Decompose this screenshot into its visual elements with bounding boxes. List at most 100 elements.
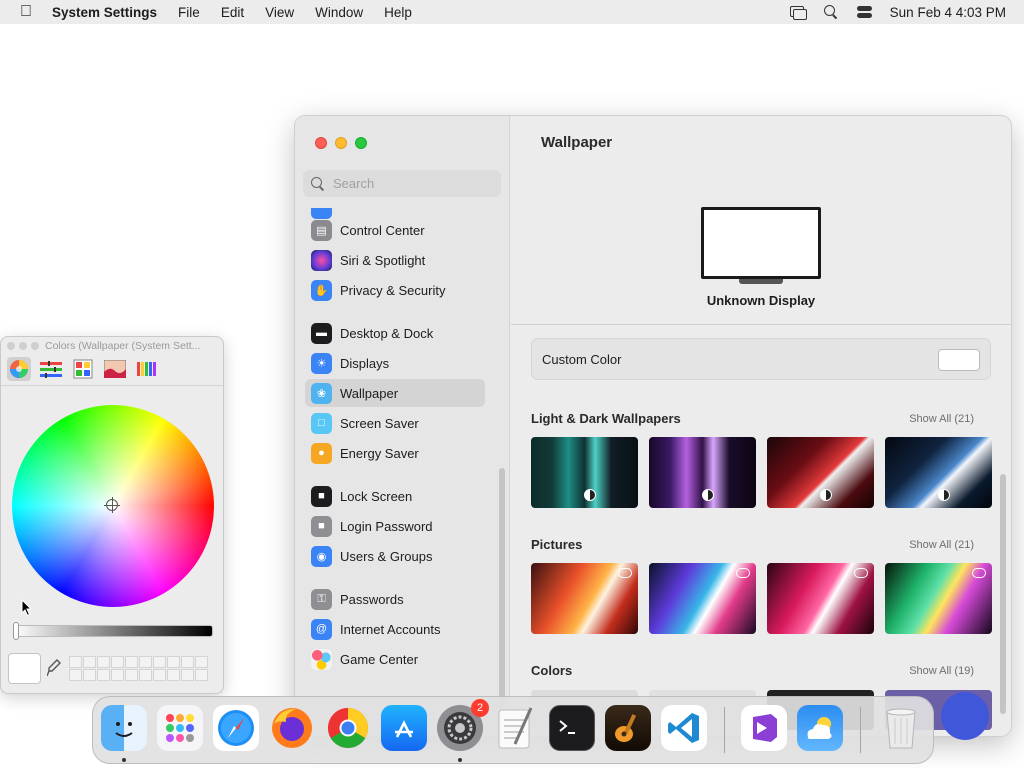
menu-edit[interactable]: Edit bbox=[221, 5, 244, 20]
menu-clock[interactable]: Sun Feb 4 4:03 PM bbox=[890, 5, 1006, 20]
sidebar-search[interactable] bbox=[303, 170, 501, 197]
image-palette-icon[interactable] bbox=[103, 357, 127, 381]
sidebar-item-label: Wallpaper bbox=[340, 385, 399, 401]
safari-icon[interactable] bbox=[213, 705, 259, 751]
saved-colors-grid[interactable] bbox=[69, 656, 208, 681]
sidebar-item-login-password[interactable]: ■ Login Password bbox=[305, 512, 485, 540]
running-indicator bbox=[458, 758, 462, 762]
color-slot[interactable] bbox=[83, 656, 96, 668]
color-slot[interactable] bbox=[153, 656, 166, 668]
trash-icon[interactable] bbox=[878, 705, 924, 751]
sidebar-item-energy-saver[interactable]: ● Energy Saver bbox=[305, 439, 485, 467]
app-store-icon[interactable] bbox=[381, 705, 427, 751]
users-icon: ◉ bbox=[311, 545, 332, 567]
menu-help[interactable]: Help bbox=[384, 5, 412, 20]
color-slot[interactable] bbox=[153, 669, 166, 681]
system-settings-icon[interactable]: 2 bbox=[437, 699, 489, 751]
zoom-button[interactable] bbox=[355, 137, 367, 149]
brightness-slider[interactable] bbox=[13, 625, 213, 637]
color-slot[interactable] bbox=[139, 656, 152, 668]
chrome-icon[interactable] bbox=[325, 705, 371, 751]
color-slot[interactable] bbox=[125, 669, 138, 681]
sidebar-item-internet-accounts[interactable]: @ Internet Accounts bbox=[305, 615, 485, 643]
color-picker-crosshair[interactable] bbox=[104, 497, 120, 513]
menu-view[interactable]: View bbox=[265, 5, 294, 20]
current-color-swatch[interactable] bbox=[8, 653, 41, 684]
color-slot[interactable] bbox=[195, 669, 208, 681]
screen-mirroring-icon[interactable] bbox=[788, 5, 807, 20]
sidebar-item-desktop-dock[interactable]: ▬ Desktop & Dock bbox=[305, 319, 485, 347]
sidebar-item-wallpaper[interactable]: ❀ Wallpaper bbox=[305, 379, 485, 407]
color-slot[interactable] bbox=[97, 656, 110, 668]
custom-color-swatch[interactable] bbox=[938, 349, 980, 371]
sidebar-item-control-center[interactable]: ▤ Control Center bbox=[305, 216, 485, 244]
vscode-icon[interactable] bbox=[661, 705, 707, 751]
sliders-icon[interactable] bbox=[39, 357, 63, 381]
panel-zoom-button[interactable] bbox=[31, 342, 39, 350]
spotlight-icon[interactable] bbox=[822, 5, 840, 19]
show-all-pictures[interactable]: Show All (21) bbox=[909, 539, 974, 551]
color-slot[interactable] bbox=[69, 656, 82, 668]
color-slot[interactable] bbox=[181, 656, 194, 668]
textedit-icon[interactable] bbox=[493, 705, 539, 751]
wallpaper-thumbnail[interactable] bbox=[767, 437, 874, 508]
color-slot[interactable] bbox=[83, 669, 96, 681]
color-slot[interactable] bbox=[97, 669, 110, 681]
color-slot[interactable] bbox=[139, 669, 152, 681]
color-slot[interactable] bbox=[181, 669, 194, 681]
sidebar-item-privacy-security[interactable]: ✋ Privacy & Security bbox=[305, 276, 485, 304]
pencils-icon[interactable] bbox=[135, 357, 159, 381]
wallpaper-thumbnail[interactable] bbox=[531, 563, 638, 634]
close-button[interactable] bbox=[315, 137, 327, 149]
wallpaper-thumbnail[interactable] bbox=[885, 563, 992, 634]
search-input[interactable] bbox=[333, 176, 493, 191]
sidebar-item-users-groups[interactable]: ◉ Users & Groups bbox=[305, 542, 485, 570]
color-slot[interactable] bbox=[167, 656, 180, 668]
color-wheel-icon[interactable] bbox=[7, 357, 31, 381]
garageband-icon[interactable] bbox=[605, 705, 651, 751]
colors-panel-titlebar: Colors (Wallpaper (System Sett... bbox=[1, 337, 223, 355]
finder-icon[interactable] bbox=[101, 705, 147, 751]
color-slot[interactable] bbox=[111, 669, 124, 681]
launchpad-icon[interactable] bbox=[157, 705, 203, 751]
panel-close-button[interactable] bbox=[7, 342, 15, 350]
show-all-light-dark[interactable]: Show All (21) bbox=[909, 413, 974, 425]
menu-file[interactable]: File bbox=[178, 5, 200, 20]
sidebar-item-label: Internet Accounts bbox=[340, 621, 441, 637]
show-all-colors[interactable]: Show All (19) bbox=[909, 665, 974, 677]
assistive-touch-button[interactable] bbox=[941, 692, 989, 740]
brightness-slider-knob[interactable] bbox=[13, 622, 19, 640]
control-center-icon[interactable] bbox=[856, 5, 874, 19]
sidebar-item-siri-spotlight[interactable]: Siri & Spotlight bbox=[305, 246, 485, 274]
firefox-icon[interactable] bbox=[269, 705, 315, 751]
wallpaper-thumbnail[interactable] bbox=[531, 437, 638, 508]
terminal-icon[interactable] bbox=[549, 705, 595, 751]
content-scrollbar[interactable] bbox=[1000, 474, 1006, 714]
color-slot[interactable] bbox=[69, 669, 82, 681]
wallpaper-thumbnail[interactable] bbox=[649, 563, 756, 634]
sidebar-scrollbar[interactable] bbox=[499, 468, 505, 708]
apple-menu-icon[interactable]:  bbox=[0, 3, 52, 21]
color-slot[interactable] bbox=[167, 669, 180, 681]
color-slot[interactable] bbox=[195, 656, 208, 668]
minimize-button[interactable] bbox=[335, 137, 347, 149]
palettes-icon[interactable] bbox=[71, 357, 95, 381]
dock: 2 bbox=[92, 696, 934, 764]
sidebar-list: ▤ Control Center Siri & Spotlight ✋ Priv… bbox=[295, 208, 509, 736]
wallpaper-thumbnail[interactable] bbox=[885, 437, 992, 508]
eyedropper-icon[interactable] bbox=[46, 659, 61, 677]
wallpaper-thumbnail[interactable] bbox=[649, 437, 756, 508]
panel-minimize-button[interactable] bbox=[19, 342, 27, 350]
menu-app-name[interactable]: System Settings bbox=[52, 5, 157, 20]
sidebar-item-screen-saver[interactable]: □ Screen Saver bbox=[305, 409, 485, 437]
wallpaper-thumbnail[interactable] bbox=[767, 563, 874, 634]
weather-icon[interactable] bbox=[797, 705, 843, 751]
sidebar-item-displays[interactable]: ☀ Displays bbox=[305, 349, 485, 377]
visual-studio-icon[interactable] bbox=[741, 705, 787, 751]
color-slot[interactable] bbox=[125, 656, 138, 668]
sidebar-item-game-center[interactable]: Game Center bbox=[305, 645, 485, 673]
sidebar-item-lock-screen[interactable]: ■ Lock Screen bbox=[305, 482, 485, 510]
color-slot[interactable] bbox=[111, 656, 124, 668]
menu-window[interactable]: Window bbox=[315, 5, 363, 20]
sidebar-item-passwords[interactable]: ⚿ Passwords bbox=[305, 585, 485, 613]
